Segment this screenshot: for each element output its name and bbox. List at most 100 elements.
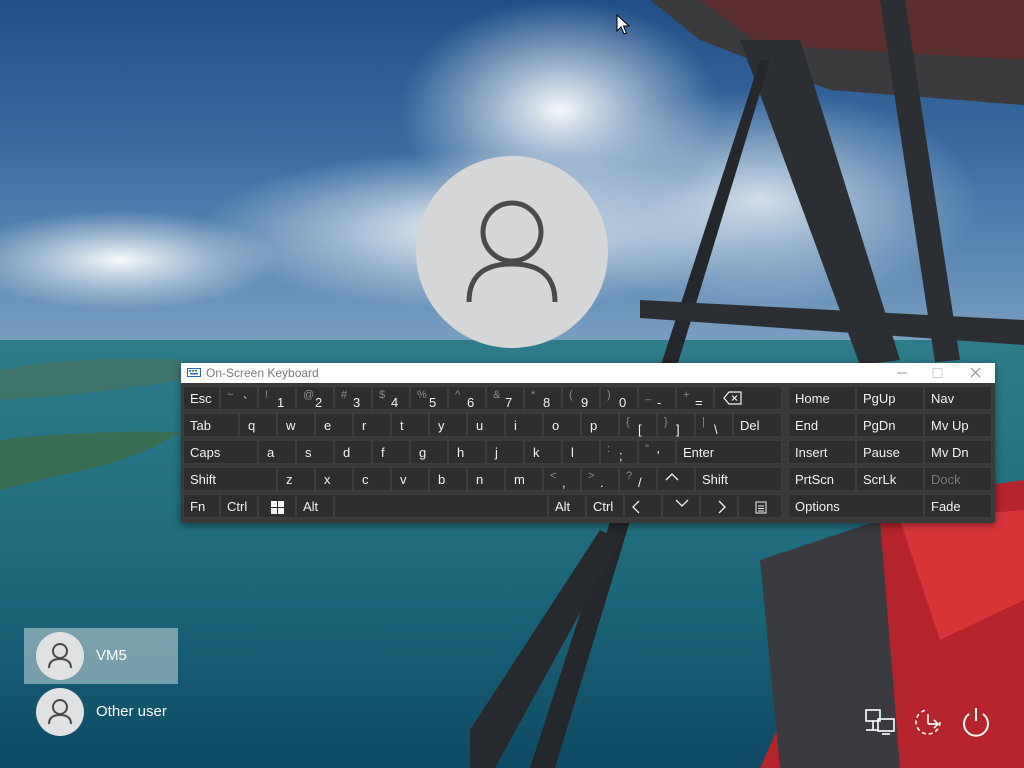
- key-h[interactable]: h: [448, 440, 486, 464]
- key-t[interactable]: t: [391, 413, 429, 437]
- key-alt-left[interactable]: Alt: [296, 494, 334, 518]
- key-b[interactable]: b: [429, 467, 467, 491]
- key-shift-left[interactable]: Shift: [183, 467, 277, 491]
- key-semicolon[interactable]: :;: [600, 440, 638, 464]
- key-a[interactable]: a: [258, 440, 296, 464]
- ease-of-access-button[interactable]: [910, 704, 946, 740]
- key-close-bracket[interactable]: }]: [657, 413, 695, 437]
- key-menu[interactable]: [738, 494, 782, 518]
- key-insert[interactable]: Insert: [788, 440, 856, 464]
- key-nav[interactable]: Nav: [924, 386, 992, 410]
- key-pause[interactable]: Pause: [856, 440, 924, 464]
- key-backspace[interactable]: [714, 386, 782, 410]
- key-c[interactable]: c: [353, 467, 391, 491]
- key-open-bracket[interactable]: {[: [619, 413, 657, 437]
- user-name: VM5: [96, 647, 127, 664]
- windows-icon: [271, 501, 284, 514]
- key-m[interactable]: m: [505, 467, 543, 491]
- key-ctrl-left[interactable]: Ctrl: [220, 494, 258, 518]
- key-backtick[interactable]: ~ `: [220, 386, 258, 410]
- key-g[interactable]: g: [410, 440, 448, 464]
- key-pgup[interactable]: PgUp: [856, 386, 924, 410]
- key-s[interactable]: s: [296, 440, 334, 464]
- key-quote[interactable]: " ': [638, 440, 676, 464]
- person-icon: [466, 200, 558, 303]
- maximize-icon: [932, 368, 943, 378]
- minimize-button[interactable]: [883, 363, 919, 383]
- key-w[interactable]: w: [277, 413, 315, 437]
- key-d[interactable]: d: [334, 440, 372, 464]
- key-enter[interactable]: Enter: [676, 440, 782, 464]
- key-l[interactable]: l: [562, 440, 600, 464]
- close-button[interactable]: [957, 363, 993, 383]
- key-x[interactable]: x: [315, 467, 353, 491]
- avatar: [36, 688, 84, 736]
- key-del[interactable]: Del: [733, 413, 782, 437]
- key-esc[interactable]: Esc: [183, 386, 220, 410]
- key-z[interactable]: z: [277, 467, 315, 491]
- key-v[interactable]: v: [391, 467, 429, 491]
- key-o[interactable]: o: [543, 413, 581, 437]
- key-6[interactable]: ^ 6: [448, 386, 486, 410]
- key-arrow-left[interactable]: [624, 494, 662, 518]
- key-7[interactable]: & 7: [486, 386, 524, 410]
- key-caps[interactable]: Caps: [183, 440, 258, 464]
- key-n[interactable]: n: [467, 467, 505, 491]
- key-u[interactable]: u: [467, 413, 505, 437]
- key-5[interactable]: % 5: [410, 386, 448, 410]
- key-q[interactable]: q: [239, 413, 277, 437]
- key-options[interactable]: Options: [788, 494, 924, 518]
- key-arrow-right[interactable]: [700, 494, 738, 518]
- key-home[interactable]: Home: [788, 386, 856, 410]
- key-r[interactable]: r: [353, 413, 391, 437]
- key-fn[interactable]: Fn: [183, 494, 220, 518]
- power-button[interactable]: [958, 704, 994, 740]
- key-dock[interactable]: Dock: [924, 467, 992, 491]
- key-shift-right[interactable]: Shift: [695, 467, 782, 491]
- key-prtscn[interactable]: PrtScn: [788, 467, 856, 491]
- key-equals[interactable]: + =: [676, 386, 714, 410]
- key-0[interactable]: ) 0: [600, 386, 638, 410]
- key-minus[interactable]: _ -: [638, 386, 676, 410]
- key-period[interactable]: >.: [581, 467, 619, 491]
- network-button[interactable]: [862, 704, 898, 740]
- user-item-other-user[interactable]: Other user: [24, 684, 178, 740]
- key-windows[interactable]: [258, 494, 296, 518]
- key-8[interactable]: * 8: [524, 386, 562, 410]
- network-icon: [865, 709, 895, 735]
- user-avatar-large: [416, 156, 608, 348]
- key-p[interactable]: p: [581, 413, 619, 437]
- key-scrlk[interactable]: ScrLk: [856, 467, 924, 491]
- key-move-up[interactable]: Mv Up: [924, 413, 992, 437]
- key-9[interactable]: (9: [562, 386, 600, 410]
- key-arrow-down[interactable]: [662, 494, 700, 518]
- key-pgdn[interactable]: PgDn: [856, 413, 924, 437]
- key-fade[interactable]: Fade: [924, 494, 992, 518]
- osk-title-bar[interactable]: On-Screen Keyboard: [181, 363, 995, 383]
- key-4[interactable]: $4: [372, 386, 410, 410]
- key-1[interactable]: ! 1: [258, 386, 296, 410]
- maximize-button[interactable]: [919, 363, 955, 383]
- key-e[interactable]: e: [315, 413, 353, 437]
- on-screen-keyboard-window: On-Screen Keyboard Esc ~ ` ! 1 @2 #3 $4 % 5…: [181, 363, 995, 523]
- key-y[interactable]: y: [429, 413, 467, 437]
- key-space[interactable]: [334, 494, 548, 518]
- key-i[interactable]: i: [505, 413, 543, 437]
- person-icon: [48, 699, 72, 725]
- key-comma[interactable]: <,: [543, 467, 581, 491]
- user-item-vm5[interactable]: VM5: [24, 628, 178, 684]
- key-j[interactable]: j: [486, 440, 524, 464]
- backspace-icon: [723, 391, 742, 405]
- key-alt-right[interactable]: Alt: [548, 494, 586, 518]
- key-move-down[interactable]: Mv Dn: [924, 440, 992, 464]
- key-k[interactable]: k: [524, 440, 562, 464]
- key-arrow-up[interactable]: [657, 467, 695, 491]
- key-slash[interactable]: ? /: [619, 467, 657, 491]
- key-tab[interactable]: Tab: [183, 413, 239, 437]
- key-backslash[interactable]: | \: [695, 413, 733, 437]
- key-end[interactable]: End: [788, 413, 856, 437]
- key-ctrl-right[interactable]: Ctrl: [586, 494, 624, 518]
- key-3[interactable]: #3: [334, 386, 372, 410]
- key-2[interactable]: @2: [296, 386, 334, 410]
- key-f[interactable]: f: [372, 440, 410, 464]
